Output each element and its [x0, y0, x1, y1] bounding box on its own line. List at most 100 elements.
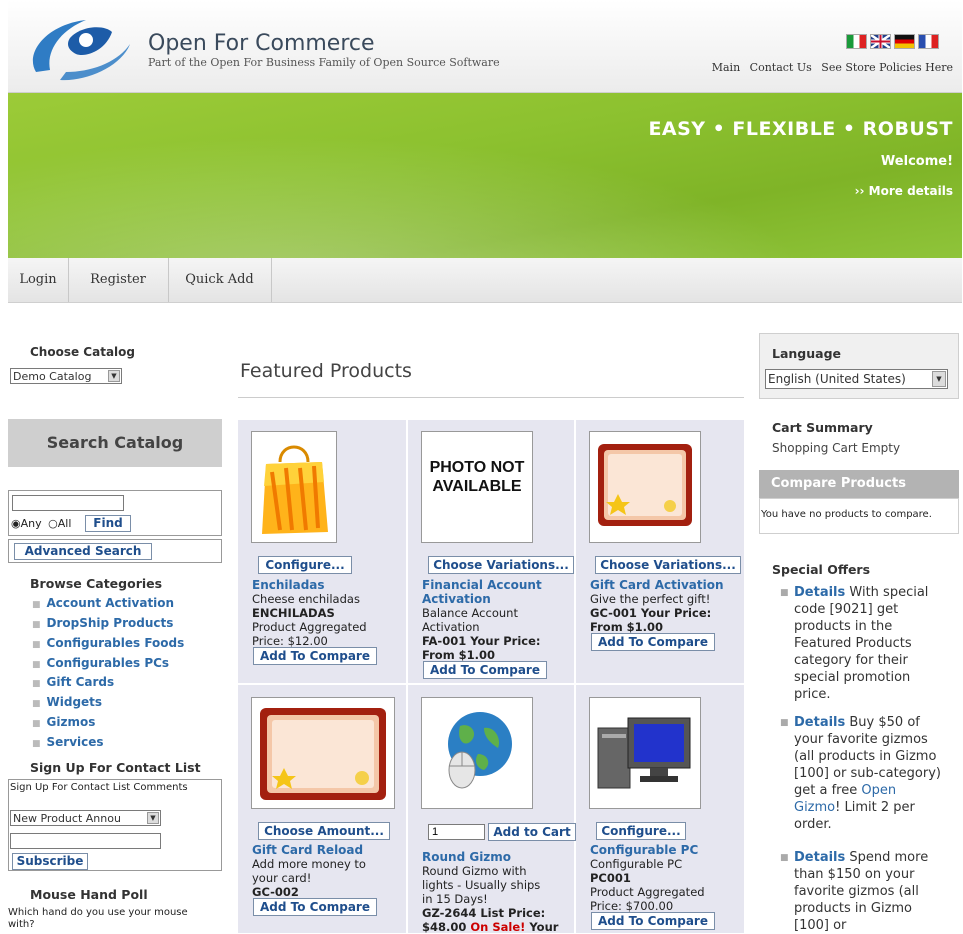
flag-italy-icon[interactable]: [846, 34, 867, 49]
radio-any[interactable]: ◉: [11, 517, 21, 530]
add-to-compare-button[interactable]: Add To Compare: [591, 912, 715, 930]
round-gizmo-image[interactable]: [421, 697, 533, 809]
search-input[interactable]: [12, 495, 124, 511]
category-label: Gift Cards: [46, 675, 115, 689]
choose-catalog-label: Choose Catalog: [30, 345, 135, 359]
category-dropship-products[interactable]: ■ DropShip Products: [32, 616, 173, 630]
main-link[interactable]: Main: [712, 61, 740, 74]
category-widgets[interactable]: ■ Widgets: [32, 695, 102, 709]
add-to-compare-button[interactable]: Add To Compare: [253, 647, 377, 665]
compare-products-header: Compare Products: [759, 470, 959, 498]
flag-uk-icon[interactable]: [870, 34, 891, 49]
configure-button[interactable]: Configure...: [258, 556, 352, 574]
banner-welcome: Welcome!: [880, 154, 953, 169]
category-account-activation[interactable]: ■ Account Activation: [32, 596, 174, 610]
product-name[interactable]: Enchiladas: [252, 578, 325, 592]
flag-germany-icon[interactable]: [894, 34, 915, 49]
category-gift-cards[interactable]: ■ Gift Cards: [32, 675, 114, 689]
catalog-select-value: Demo Catalog: [13, 370, 92, 383]
add-to-compare-button[interactable]: Add To Compare: [423, 661, 547, 679]
chevron-down-icon: ▼: [147, 812, 159, 824]
gift-card-image[interactable]: [251, 697, 395, 809]
product-description: Cheese enchiladas: [252, 592, 360, 606]
site-title: Open For Commerce: [148, 31, 375, 56]
nav-login[interactable]: Login: [8, 258, 69, 302]
product-id-price: GZ-2644 List Price:: [422, 906, 546, 920]
subscribe-button[interactable]: Subscribe: [12, 853, 88, 870]
signup-text: Sign Up For Contact List Comments: [10, 782, 188, 793]
gift-card-icon: [260, 708, 386, 800]
product-description: lights - Usually ships: [422, 878, 541, 892]
product-sale-price: $48.00 On Sale! Your: [422, 920, 559, 934]
choose-variations-button[interactable]: Choose Variations...: [428, 556, 574, 574]
advanced-search-button[interactable]: Advanced Search: [14, 543, 152, 560]
product-name[interactable]: Configurable PC: [590, 843, 698, 857]
photo-not-available-image[interactable]: PHOTO NOT AVAILABLE: [421, 431, 533, 543]
gift-card-icon: [598, 444, 692, 526]
nav-quick-add[interactable]: Quick Add: [168, 258, 272, 302]
poll-question: Which hand do you use your mouse with?: [8, 907, 188, 930]
quantity-input[interactable]: [428, 824, 485, 840]
product-description: Configurable PC: [590, 857, 683, 871]
bullet-icon: ■: [780, 588, 789, 598]
category-label: DropShip Products: [46, 616, 174, 630]
radio-all-label: All: [57, 517, 72, 530]
product-name[interactable]: Gift Card Activation: [590, 578, 724, 592]
product-id: PC001: [590, 871, 631, 885]
bullet-icon: ■: [32, 739, 41, 749]
globe-mouse-icon: [448, 712, 512, 789]
product-description: Add more money to: [252, 857, 366, 871]
product-type: Product Aggregated: [252, 620, 367, 634]
choose-amount-button[interactable]: Choose Amount...: [258, 822, 390, 840]
offer-item: Details With special code [9021] get pro…: [794, 584, 944, 703]
language-select-value: English (United States): [768, 372, 906, 386]
add-to-cart-button[interactable]: Add to Cart: [488, 823, 576, 841]
radio-any-label: Any: [20, 517, 42, 530]
signup-list-select[interactable]: New Product Annou ▼: [10, 810, 161, 826]
product-id: ENCHILADAS: [252, 606, 335, 620]
offer-text: With special code [9021] get products in…: [794, 585, 929, 702]
product-name[interactable]: Financial Account Activation: [422, 578, 552, 606]
bullet-icon: ■: [32, 640, 41, 650]
divider: [238, 397, 744, 398]
choose-variations-button[interactable]: Choose Variations...: [595, 556, 741, 574]
signup-email-input[interactable]: [10, 833, 161, 849]
logo-icon[interactable]: [26, 10, 136, 84]
product-price: Price: $700.00: [590, 899, 674, 913]
find-button[interactable]: Find: [85, 515, 131, 532]
bullet-icon: ■: [32, 600, 41, 610]
language-select[interactable]: English (United States) ▼: [765, 369, 948, 389]
offer-details-link[interactable]: Details: [794, 585, 845, 600]
contact-us-link[interactable]: Contact Us: [750, 61, 812, 74]
gift-card-image[interactable]: [589, 431, 701, 543]
category-label: Configurables Foods: [46, 636, 185, 650]
category-services[interactable]: ■ Services: [32, 735, 104, 749]
category-gizmos[interactable]: ■ Gizmos: [32, 715, 95, 729]
nav-register[interactable]: Register: [68, 258, 169, 302]
add-to-compare-button[interactable]: Add To Compare: [591, 633, 715, 651]
product-type: Product Aggregated: [590, 885, 705, 899]
signup-select-value: New Product Annou: [13, 812, 121, 825]
radio-all[interactable]: ○: [48, 517, 58, 530]
offer-details-link[interactable]: Details: [794, 715, 845, 730]
more-details-link[interactable]: ›› More details: [855, 184, 953, 198]
offer-details-link[interactable]: Details: [794, 850, 845, 865]
category-configurables-foods[interactable]: ■ Configurables Foods: [32, 636, 184, 650]
product-name[interactable]: Gift Card Reload: [252, 843, 363, 857]
flag-france-icon[interactable]: [918, 34, 939, 49]
configure-button[interactable]: Configure...: [596, 822, 686, 840]
main-nav: Login Register Quick Add: [8, 258, 962, 303]
offer-item: Details Spend more than $150 on your fav…: [794, 849, 944, 934]
product-price: From $1.00: [590, 620, 664, 634]
add-to-compare-button[interactable]: Add To Compare: [253, 898, 377, 916]
product-name[interactable]: Round Gizmo: [422, 850, 511, 864]
catalog-select[interactable]: Demo Catalog ▼: [10, 368, 122, 384]
category-configurables-pcs[interactable]: ■ Configurables PCs: [32, 656, 169, 670]
store-policies-link[interactable]: See Store Policies Here: [821, 61, 953, 74]
bullet-icon: ■: [780, 853, 789, 863]
special-offers-label: Special Offers: [772, 562, 871, 577]
configurable-pc-image[interactable]: [589, 697, 701, 809]
poll-label: Mouse Hand Poll: [30, 887, 148, 902]
bullet-icon: ■: [32, 660, 41, 670]
enchiladas-image[interactable]: [251, 431, 337, 543]
